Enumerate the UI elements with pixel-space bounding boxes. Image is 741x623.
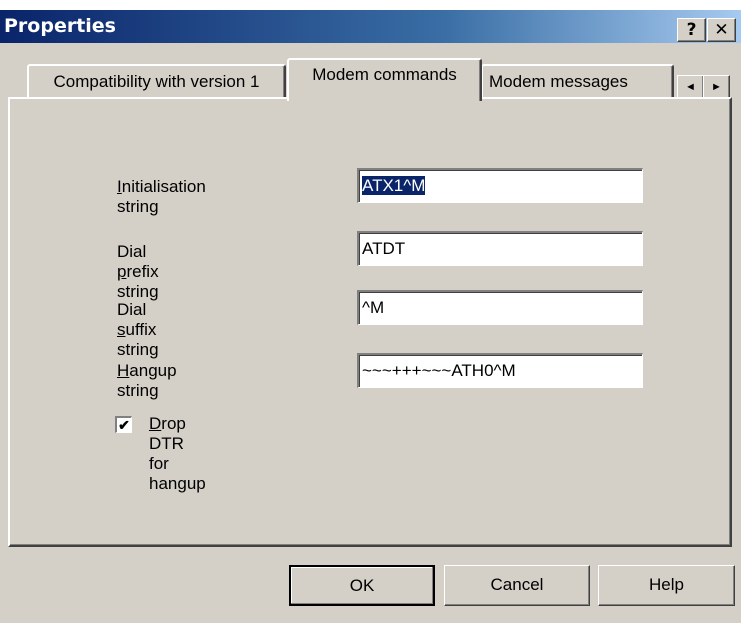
ok-button[interactable]: OK bbox=[289, 565, 435, 606]
drop-dtr-checkbox[interactable]: ✔ bbox=[115, 416, 132, 433]
cancel-button[interactable]: Cancel bbox=[444, 565, 590, 606]
title-bar[interactable]: Properties ? ✕ bbox=[0, 10, 741, 43]
init-string-value: ATX1^M bbox=[362, 176, 426, 195]
close-icon[interactable]: ✕ bbox=[707, 18, 736, 42]
hangup-string-label: Hangup string bbox=[117, 361, 177, 400]
drop-dtr-label[interactable]: Drop DTR for hangup bbox=[149, 414, 206, 494]
dial-suffix-label: Dial suffix string bbox=[117, 300, 159, 359]
hangup-string-input[interactable]: ~~~+++~~~ATH0^M bbox=[357, 353, 643, 388]
init-string-input[interactable]: ATX1^M bbox=[357, 168, 643, 203]
help-icon[interactable]: ? bbox=[677, 18, 706, 42]
window-title: Properties bbox=[4, 15, 116, 37]
dial-prefix-input[interactable]: ATDT bbox=[357, 231, 643, 266]
tab-compatibility[interactable]: Compatibility with version 1 bbox=[27, 64, 286, 99]
tab-label: Modem commands bbox=[312, 65, 457, 84]
tab-modem-commands[interactable]: Modem commands bbox=[287, 58, 482, 101]
tab-modem-messages[interactable]: Modem messages bbox=[481, 64, 674, 99]
dial-prefix-label: Dial prefix string bbox=[117, 242, 159, 301]
tab-label: Modem messages bbox=[489, 72, 628, 91]
tab-label: Compatibility with version 1 bbox=[53, 72, 260, 91]
init-string-label: Initialisation string bbox=[117, 177, 206, 216]
top-strip bbox=[0, 0, 741, 10]
help-button[interactable]: Help bbox=[598, 565, 735, 606]
dial-suffix-input[interactable]: ^M bbox=[357, 290, 643, 325]
properties-dialog: Properties ? ✕ Compatibility with versio… bbox=[0, 0, 741, 623]
